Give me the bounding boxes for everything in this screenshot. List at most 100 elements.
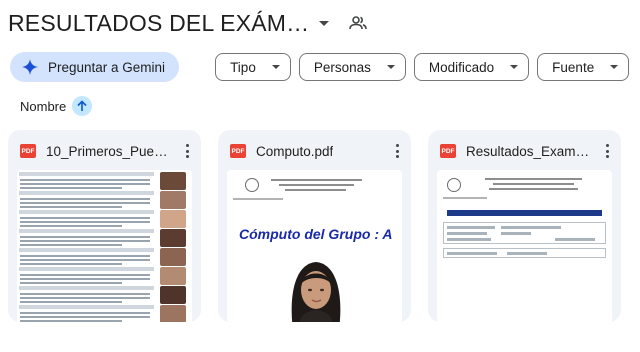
pdf-icon: PDF xyxy=(440,144,456,158)
file-thumbnail xyxy=(437,170,612,322)
people-icon[interactable] xyxy=(349,14,368,32)
thumb-header-bar xyxy=(447,210,602,216)
thumb-text-line xyxy=(233,198,283,200)
thumb-text-line xyxy=(447,232,487,235)
ask-gemini-button[interactable]: Preguntar a Gemini xyxy=(10,52,180,82)
thumb-text-line xyxy=(507,252,547,255)
thumb-text-line xyxy=(271,179,362,181)
thumb-text-line xyxy=(20,202,150,204)
thumb-list-row xyxy=(17,210,192,229)
file-name: Computo.pdf xyxy=(256,143,334,159)
file-card-title: PDF Resultados_Examen… xyxy=(440,142,593,160)
thumb-text-line xyxy=(20,274,150,276)
filter-chip-label: Tipo xyxy=(230,59,256,75)
thumb-text-line xyxy=(20,179,150,181)
thumb-list-row xyxy=(17,248,192,267)
thumb-photo xyxy=(160,286,186,304)
thumb-list-row xyxy=(17,172,192,191)
filter-chip-source[interactable]: Fuente xyxy=(537,53,630,81)
file-name: 10_Primeros_Puest… xyxy=(46,143,173,159)
pdf-icon: PDF xyxy=(20,144,36,158)
sort-label[interactable]: Nombre xyxy=(20,99,66,114)
thumb-text-line xyxy=(20,198,150,200)
file-card[interactable]: PDF Computo.pdf Cómputo del Grupo : A xyxy=(218,130,411,322)
file-card-title: PDF 10_Primeros_Puest… xyxy=(20,142,173,160)
thumb-text-line xyxy=(20,259,150,261)
thumb-text-line xyxy=(555,238,595,241)
thumb-list-row xyxy=(17,286,192,305)
file-card[interactable]: PDF 10_Primeros_Puest… xyxy=(8,130,201,322)
filter-bar: Preguntar a Gemini Tipo Personas Modific… xyxy=(10,52,630,82)
more-vert-icon[interactable] xyxy=(391,143,403,159)
folder-header: RESULTADOS DEL EXÁM… xyxy=(8,6,368,40)
filter-chip-label: Fuente xyxy=(552,59,595,75)
thumb-list-row xyxy=(17,267,192,286)
more-vert-icon[interactable] xyxy=(181,143,193,159)
file-thumbnail xyxy=(17,170,192,322)
thumb-row-band xyxy=(19,229,154,233)
file-card-title: PDF Computo.pdf xyxy=(230,142,383,160)
seal-icon xyxy=(245,178,259,192)
gemini-spark-icon xyxy=(22,59,38,75)
thumb-text-line xyxy=(20,320,122,322)
thumb-row-band xyxy=(19,286,154,290)
filter-chip-label: Modificado xyxy=(428,59,495,75)
thumb-text-line xyxy=(20,301,122,303)
thumb-text-line xyxy=(20,236,150,238)
thumb-list-row xyxy=(17,191,192,210)
chevron-down-icon xyxy=(386,65,395,69)
thumb-text-line xyxy=(20,282,122,284)
thumb-text-line xyxy=(501,226,561,229)
thumb-list-row xyxy=(17,229,192,248)
thumb-text-line xyxy=(501,232,531,235)
thumb-text-line xyxy=(443,197,487,199)
thumb-text-line xyxy=(20,293,150,295)
arrow-up-icon[interactable] xyxy=(72,96,93,116)
thumb-text-line xyxy=(279,184,354,186)
thumb-row-band xyxy=(19,191,154,195)
ask-gemini-label: Preguntar a Gemini xyxy=(48,59,166,75)
thumb-row-band xyxy=(19,210,154,214)
thumb-photo xyxy=(160,248,186,266)
file-thumbnail: Cómputo del Grupo : A xyxy=(227,170,402,322)
thumb-row-band xyxy=(19,267,154,271)
thumb-photo xyxy=(160,210,186,228)
filter-chip-type[interactable]: Tipo xyxy=(215,53,291,81)
filter-chip-label: Personas xyxy=(313,59,371,75)
thumb-text-line xyxy=(20,217,150,219)
pdf-icon: PDF xyxy=(230,144,246,158)
thumb-text-line xyxy=(493,183,574,185)
thumb-text-line xyxy=(20,278,150,280)
filter-chip-people[interactable]: Personas xyxy=(298,53,406,81)
thumb-text-line xyxy=(20,206,122,208)
thumb-photo xyxy=(160,229,186,247)
portrait-photo xyxy=(271,250,361,322)
thumb-row-band xyxy=(19,172,154,176)
thumb-photo xyxy=(160,191,186,209)
thumb-text-line xyxy=(20,255,150,257)
thumb-photo xyxy=(160,172,186,190)
thumb-text-line xyxy=(20,316,150,318)
filter-chip-modified[interactable]: Modificado xyxy=(413,53,530,81)
thumb-text-line xyxy=(447,238,491,241)
chevron-down-icon[interactable] xyxy=(319,20,330,26)
chevron-down-icon xyxy=(271,65,280,69)
more-vert-icon[interactable] xyxy=(601,143,613,159)
thumb-text-line xyxy=(20,244,122,246)
chevron-down-icon xyxy=(510,65,519,69)
file-card[interactable]: PDF Resultados_Examen… xyxy=(428,130,621,322)
thumb-row-band xyxy=(19,305,154,309)
thumb-heading: Cómputo del Grupo : A xyxy=(239,226,393,242)
thumb-text-line xyxy=(20,221,150,223)
thumb-row-band xyxy=(19,248,154,252)
thumb-text-line xyxy=(20,263,122,265)
thumb-text-line xyxy=(285,189,346,191)
thumb-text-line xyxy=(20,225,122,227)
thumb-text-line xyxy=(485,178,582,180)
seal-icon xyxy=(447,178,461,192)
folder-title[interactable]: RESULTADOS DEL EXÁM… xyxy=(8,10,309,37)
thumb-text-line xyxy=(20,312,150,314)
thumb-photo xyxy=(160,267,186,285)
sort-control[interactable]: Nombre xyxy=(20,96,93,116)
thumb-text-line xyxy=(489,188,578,190)
